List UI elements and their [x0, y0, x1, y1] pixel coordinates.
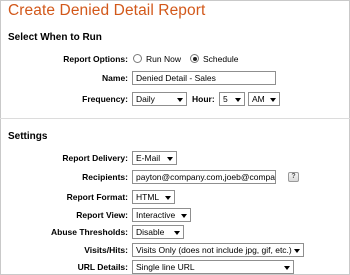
- hour-value: 5: [223, 94, 228, 104]
- report-delivery-label: Report Delivery:: [62, 153, 128, 163]
- chevron-down-icon: [284, 266, 290, 270]
- chevron-down-icon: [181, 214, 187, 218]
- ampm-value: AM: [252, 94, 265, 104]
- report-format-label: Report Format:: [66, 192, 128, 202]
- help-icon[interactable]: ?: [288, 172, 299, 182]
- hour-label: Hour:: [192, 94, 215, 104]
- visits-hits-select[interactable]: Visits Only (does not include jpg, gif, …: [132, 243, 304, 257]
- name-input[interactable]: Denied Detail - Sales: [132, 71, 276, 85]
- section-title-schedule: Select When to Run: [8, 32, 102, 43]
- chevron-down-icon: [235, 98, 241, 102]
- page-title: Create Denied Detail Report: [8, 2, 206, 19]
- abuse-thresholds-value: Disable: [136, 227, 165, 237]
- run-now-radio[interactable]: [133, 54, 142, 63]
- chevron-down-icon: [165, 196, 171, 200]
- chevron-down-icon: [167, 157, 173, 161]
- frequency-label: Frequency:: [82, 94, 128, 104]
- abuse-thresholds-select[interactable]: Disable: [132, 225, 184, 239]
- schedule-radio[interactable]: [190, 54, 199, 63]
- chevron-down-icon: [270, 98, 276, 102]
- report-view-value: Interactive: [136, 210, 176, 220]
- url-details-select[interactable]: Single line URL: [132, 260, 294, 274]
- report-format-value: HTML: [136, 192, 160, 202]
- url-details-value: Single line URL: [136, 262, 195, 272]
- recipients-input[interactable]: payton@company.com,joeb@company.com: [132, 170, 276, 184]
- report-options-label: Report Options:: [63, 54, 128, 64]
- visits-hits-label: Visits/Hits:: [84, 245, 128, 255]
- run-now-label[interactable]: Run Now: [146, 54, 181, 64]
- hour-select[interactable]: 5: [219, 92, 245, 106]
- chevron-down-icon: [294, 249, 300, 253]
- report-view-label: Report View:: [76, 210, 128, 220]
- frequency-value: Daily: [136, 94, 155, 104]
- chevron-down-icon: [174, 231, 180, 235]
- chevron-down-icon: [177, 98, 183, 102]
- visits-hits-value: Visits Only (does not include jpg, gif, …: [136, 245, 292, 255]
- frequency-select[interactable]: Daily: [132, 92, 187, 106]
- report-view-select[interactable]: Interactive: [132, 208, 191, 222]
- name-label: Name:: [102, 73, 128, 83]
- report-format-select[interactable]: HTML: [132, 190, 175, 204]
- url-details-label: URL Details:: [77, 262, 128, 272]
- section-divider: [0, 118, 350, 119]
- report-delivery-value: E-Mail: [136, 153, 161, 163]
- abuse-thresholds-label: Abuse Thresholds:: [51, 227, 128, 237]
- recipients-label: Recipients:: [82, 172, 128, 182]
- ampm-select[interactable]: AM: [248, 92, 280, 106]
- schedule-label[interactable]: Schedule: [203, 54, 238, 64]
- section-title-settings: Settings: [8, 131, 48, 142]
- report-delivery-select[interactable]: E-Mail: [132, 151, 177, 165]
